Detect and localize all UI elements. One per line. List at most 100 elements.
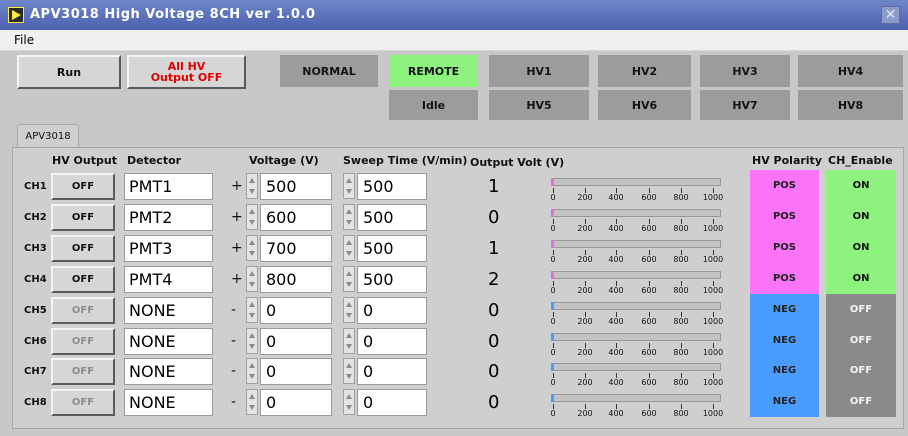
voltage-input[interactable]: 0 [260,358,332,385]
tab-apv3018[interactable]: APV3018 [17,124,79,148]
gauge-tick-label: 400 [608,409,624,418]
channel-label: CH8 [24,397,47,408]
sweep-spinner[interactable] [343,235,355,261]
gauge-tick-label: 800 [673,378,689,387]
voltage-input[interactable]: 600 [260,204,332,231]
sweep-spinner[interactable] [343,389,355,415]
hv6-button[interactable]: HV6 [598,90,691,120]
gauge-track [551,240,721,248]
voltage-input[interactable]: 700 [260,235,332,262]
gauge-track [551,394,721,402]
sweep-time-input[interactable]: 500 [357,266,427,293]
hv4-button[interactable]: HV4 [798,55,903,87]
voltage-input[interactable]: 0 [260,297,332,324]
run-button[interactable]: Run [17,55,121,89]
output-volt-value: 0 [488,207,500,228]
ch-enable-indicator[interactable]: OFF [826,386,896,417]
all-hv-output-off-button[interactable]: All HV Output OFF [127,55,246,89]
sweep-spinner[interactable] [343,328,355,354]
voltage-spinner[interactable] [246,358,258,384]
voltage-sign: - [231,394,237,410]
voltage-spinner[interactable] [246,266,258,292]
hv-output-toggle[interactable]: OFF [51,266,115,293]
hv-output-toggle[interactable]: OFF [51,173,115,200]
sweep-time-input[interactable]: 0 [357,358,427,385]
hv-polarity-indicator[interactable]: POS [750,201,819,232]
voltage-spinner[interactable] [246,173,258,199]
voltage-input[interactable]: 0 [260,389,332,416]
detector-field[interactable]: PMT1 [124,173,213,200]
hv-output-toggle[interactable]: OFF [51,358,115,385]
ch-enable-indicator[interactable]: ON [826,201,896,232]
detector-field[interactable]: NONE [124,328,213,355]
header-hv-output: HV Output [52,154,117,167]
gauge-track [551,178,721,186]
sweep-time-input[interactable]: 500 [357,204,427,231]
sweep-time-input[interactable]: 0 [357,328,427,355]
gauge-tick-label: 0 [550,348,556,357]
hv-output-toggle[interactable]: OFF [51,297,115,324]
detector-field[interactable]: PMT2 [124,204,213,231]
sweep-spinner[interactable] [343,204,355,230]
sweep-spinner[interactable] [343,358,355,384]
hv8-button[interactable]: HV8 [798,90,903,120]
ch-enable-indicator[interactable]: ON [826,263,896,294]
hv-output-toggle[interactable]: OFF [51,328,115,355]
hv7-button[interactable]: HV7 [700,90,790,120]
gauge-tick-label: 800 [673,409,689,418]
hv5-button[interactable]: HV5 [489,90,589,120]
detector-field[interactable]: PMT4 [124,266,213,293]
detector-field[interactable]: NONE [124,389,213,416]
ch-enable-indicator[interactable]: OFF [826,355,896,386]
hv-polarity-indicator[interactable]: NEG [750,386,819,417]
voltage-spinner[interactable] [246,204,258,230]
voltage-spinner[interactable] [246,389,258,415]
gauge-scale: 0 200 400 600 800 1000 [549,404,724,424]
hv-output-toggle[interactable]: OFF [51,235,115,262]
hv-polarity-indicator[interactable]: NEG [750,325,819,356]
sweep-spinner[interactable] [343,266,355,292]
sweep-time-input[interactable]: 0 [357,297,427,324]
gauge-tick-label: 0 [550,255,556,264]
sweep-spinner[interactable] [343,173,355,199]
menu-file[interactable]: File [14,33,34,47]
gauge-tick-label: 200 [577,193,593,202]
hv-polarity-indicator[interactable]: POS [750,170,819,201]
sweep-spinner[interactable] [343,297,355,323]
voltage-input[interactable]: 800 [260,266,332,293]
channel-label: CH6 [24,336,47,347]
ch-enable-indicator[interactable]: ON [826,170,896,201]
sweep-time-input[interactable]: 0 [357,389,427,416]
hv3-button[interactable]: HV3 [700,55,790,87]
gauge-tick-label: 600 [641,378,657,387]
voltage-spinner[interactable] [246,328,258,354]
sweep-time-input[interactable]: 500 [357,235,427,262]
voltage-spinner[interactable] [246,235,258,261]
gauge-scale: 0 200 400 600 800 1000 [549,219,724,239]
voltage-spinner[interactable] [246,297,258,323]
close-icon[interactable]: ✕ [881,6,900,24]
hv-polarity-indicator[interactable]: NEG [750,294,819,325]
hv-polarity-indicator[interactable]: POS [750,232,819,263]
hv-polarity-indicator[interactable]: POS [750,263,819,294]
gauge-tick-label: 600 [641,348,657,357]
remote-indicator: REMOTE [389,55,478,87]
hv1-button[interactable]: HV1 [489,55,589,87]
hv-polarity-indicator[interactable]: NEG [750,355,819,386]
ch-enable-indicator[interactable]: ON [826,232,896,263]
detector-field[interactable]: NONE [124,358,213,385]
hv-output-toggle[interactable]: OFF [51,389,115,416]
detector-field[interactable]: NONE [124,297,213,324]
gauge-tick-label: 1000 [702,348,724,357]
output-volt-value: 0 [488,300,500,321]
hv-output-toggle[interactable]: OFF [51,204,115,231]
gauge-tick-label: 800 [673,193,689,202]
ch-enable-indicator[interactable]: OFF [826,325,896,356]
voltage-input[interactable]: 500 [260,173,332,200]
hv2-button[interactable]: HV2 [598,55,691,87]
detector-field[interactable]: PMT3 [124,235,213,262]
gauge-tick-label: 400 [608,317,624,326]
voltage-input[interactable]: 0 [260,328,332,355]
ch-enable-indicator[interactable]: OFF [826,294,896,325]
sweep-time-input[interactable]: 500 [357,173,427,200]
